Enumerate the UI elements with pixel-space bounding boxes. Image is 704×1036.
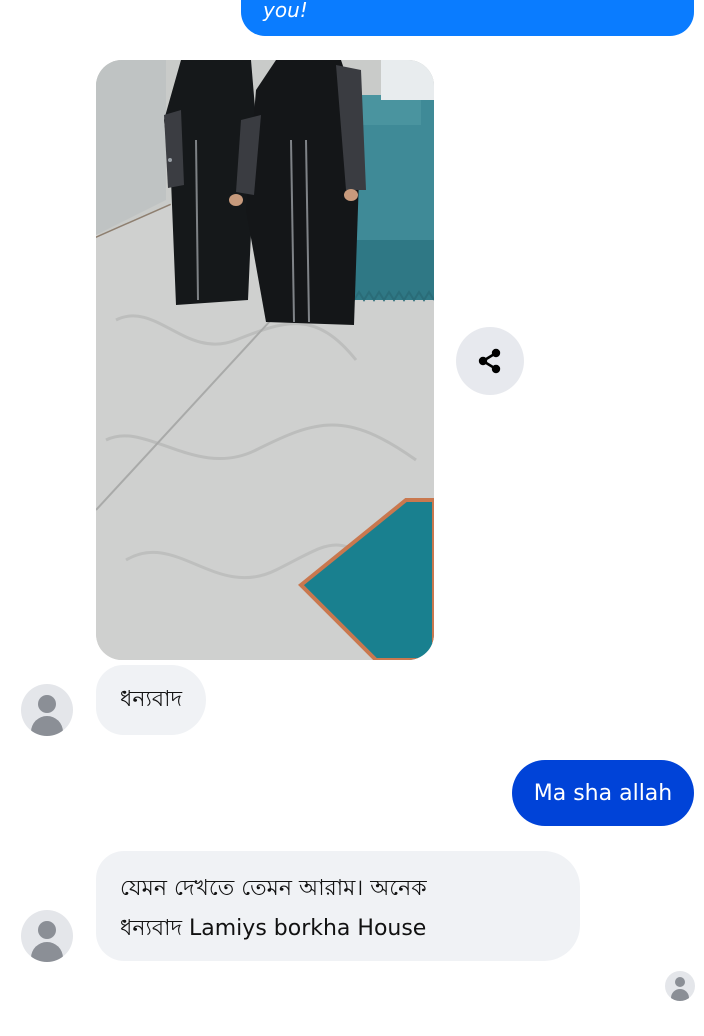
- person-icon-body: [671, 989, 689, 1001]
- person-icon: [675, 977, 685, 987]
- shared-photo[interactable]: [96, 60, 434, 660]
- person-icon: [38, 695, 56, 713]
- outgoing-message-text: Ma sha allah: [533, 780, 673, 806]
- sender-avatar[interactable]: [21, 910, 73, 962]
- person-icon-body: [31, 942, 63, 962]
- outgoing-message-text: you!: [263, 0, 308, 22]
- photo-content: [96, 60, 434, 660]
- outgoing-message-bubble[interactable]: you!: [241, 0, 694, 36]
- person-icon: [38, 921, 56, 939]
- incoming-message-line: ধন্যবাদ Lamiys borkha House: [120, 916, 427, 941]
- chat-thread: you! ধন্যবাদ Ma sha allah যেমন দেখতে তেম…: [0, 0, 704, 1036]
- person-icon-body: [31, 716, 63, 736]
- incoming-message-bubble[interactable]: ধন্যবাদ: [96, 665, 207, 735]
- outgoing-message-bubble[interactable]: Ma sha allah: [512, 760, 694, 826]
- share-button[interactable]: [456, 327, 524, 395]
- share-icon: [478, 348, 501, 374]
- incoming-message-line: যেমন দেখতে তেমন আরাম। অনেক: [120, 876, 427, 901]
- incoming-message-text: ধন্যবাদ: [120, 686, 183, 712]
- sender-avatar[interactable]: [21, 684, 73, 736]
- seen-receipt-avatar: [665, 971, 695, 1001]
- incoming-message-bubble[interactable]: যেমন দেখতে তেমন আরাম। অনেক ধন্যবাদ Lamiy…: [96, 851, 580, 961]
